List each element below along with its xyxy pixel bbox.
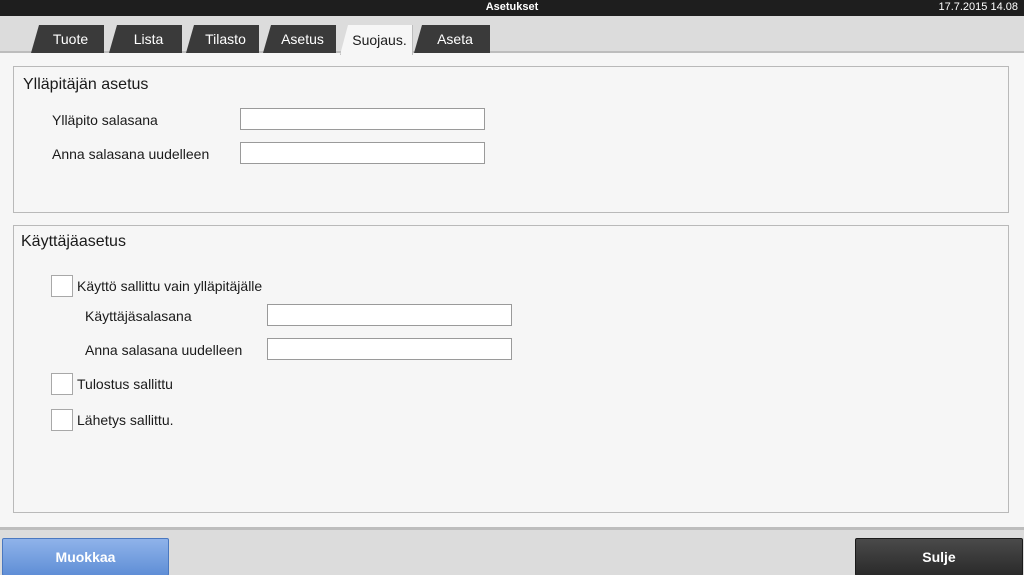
user-settings-panel: Käyttäjäasetus Käyttö sallittu vain yllä… bbox=[13, 225, 1009, 513]
title-bar: Asetukset 17.7.2015 14.08 bbox=[0, 0, 1024, 16]
tab-tilasto[interactable]: Tilasto bbox=[186, 25, 259, 53]
edit-button[interactable]: Muokkaa bbox=[2, 538, 169, 575]
admin-password-label: Ylläpito salasana bbox=[52, 112, 158, 128]
tab-lista[interactable]: Lista bbox=[109, 25, 182, 53]
tab-asetus[interactable]: Asetus bbox=[263, 25, 336, 53]
close-button[interactable]: Sulje bbox=[855, 538, 1023, 575]
user-confirm-label: Anna salasana uudelleen bbox=[85, 342, 243, 358]
admin-settings-panel: Ylläpitäjän asetus Ylläpito salasana Ann… bbox=[13, 66, 1009, 213]
tab-strip: Tuote Lista Tilasto Asetus Suojaus. Aset… bbox=[0, 16, 1024, 55]
user-panel-title: Käyttäjäasetus bbox=[21, 233, 126, 250]
print-allowed-label: Tulostus sallittu bbox=[77, 376, 173, 392]
send-allowed-label: Lähetys sallittu. bbox=[77, 412, 174, 428]
print-allowed-checkbox[interactable] bbox=[51, 373, 73, 395]
admin-password-input[interactable] bbox=[240, 108, 485, 130]
send-allowed-checkbox[interactable] bbox=[51, 409, 73, 431]
user-password-label: Käyttäjäsalasana bbox=[85, 308, 192, 324]
admin-panel-title: Ylläpitäjän asetus bbox=[23, 76, 149, 93]
user-confirm-input[interactable] bbox=[267, 338, 512, 360]
admin-confirm-input[interactable] bbox=[240, 142, 485, 164]
admin-confirm-label: Anna salasana uudelleen bbox=[52, 146, 210, 162]
bottom-bar: Muokkaa Sulje bbox=[0, 527, 1024, 575]
clock: 17.7.2015 14.08 bbox=[938, 1, 1018, 13]
tab-tuote[interactable]: Tuote bbox=[31, 25, 104, 53]
admin-only-checkbox[interactable] bbox=[51, 275, 73, 297]
admin-only-label: Käyttö sallittu vain ylläpitäjälle bbox=[77, 278, 263, 294]
user-password-input[interactable] bbox=[267, 304, 512, 326]
tab-suojaus[interactable]: Suojaus. bbox=[340, 25, 413, 55]
window-title: Asetukset bbox=[485, 1, 539, 13]
tab-aseta[interactable]: Aseta bbox=[414, 25, 490, 53]
